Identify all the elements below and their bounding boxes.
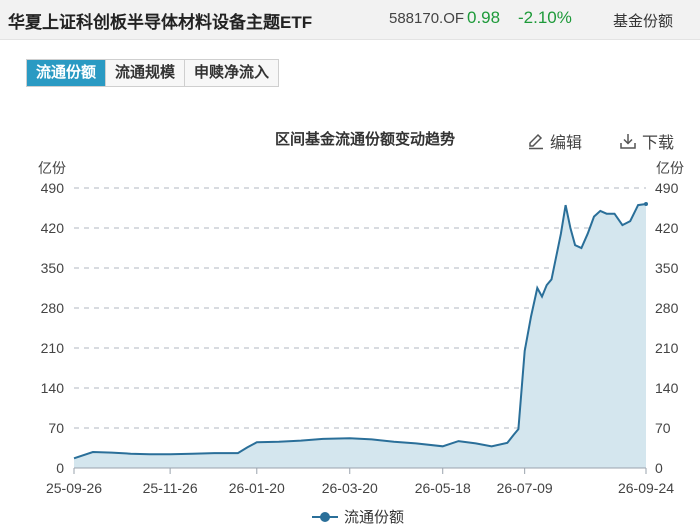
chart-container: 区间基金流通份额变动趋势 编辑 下载 亿份 亿份 0 0 70 70 140 140 210… [0,98,700,529]
data-point [72,456,76,460]
y-tick-label-right: 70 [655,420,671,436]
data-point [474,441,478,445]
y-tick-label-right: 350 [655,260,679,276]
x-tick-label: 26-01-20 [229,480,285,496]
data-point [212,451,216,455]
data-point [348,436,352,440]
fund-name: 华夏上证科创板半导体材料设备主题ETF [8,13,313,32]
data-point [489,444,493,448]
y-tick-label-left: 420 [41,220,65,236]
x-tick-label: 25-11-26 [143,480,198,496]
legend-item[interactable]: 流通份额 [312,506,404,527]
legend-label: 流通份额 [344,509,405,526]
share-chart: 0 0 70 70 140 140 210 210 280 280 350 350 420 420 490 4… [41,180,679,496]
data-point [236,451,240,455]
data-point [414,441,418,445]
data-point [321,437,325,441]
series-end-point [644,202,648,206]
fund-header: 华夏上证科创板半导体材料设备主题ETF 588170.OF 0.98 -2.10… [0,0,700,40]
y-tick-label-right: 140 [655,380,679,396]
y-tick-label-left: 490 [41,180,65,196]
y-tick-label-right: 0 [655,460,663,476]
axis-layer [73,467,647,474]
data-point [522,349,526,353]
data-point [612,212,616,216]
y-tick-label-left: 350 [41,260,65,276]
fund-price: 0.98 [467,8,501,27]
data-point [456,439,460,443]
tab-circulating-scale[interactable]: 流通规模 [106,60,186,86]
data-point [604,212,608,216]
legend-line-icon [312,511,338,522]
fund-change: -2.10% [518,8,572,27]
tab-net-inflow[interactable]: 申赎净流入 [185,60,279,86]
data-point [370,437,374,441]
y-tick-label-right: 280 [655,300,679,316]
data-point [91,450,95,454]
x-tick-label: 26-05-18 [415,480,471,496]
y-tick-label-left: 210 [41,340,65,356]
data-point [592,214,596,218]
data-point [110,450,114,454]
data-point [535,286,539,290]
data-point [299,438,303,442]
data-point [129,452,133,456]
data-point [620,223,624,227]
fund-code: 588170.OF [389,10,465,27]
data-point [554,254,558,258]
data-point [563,203,567,207]
series-area-fill [74,204,646,468]
y-tick-label-right: 420 [655,220,679,236]
tab-bar: 流通份额 流通规模 申赎净流入 [26,59,280,87]
data-point [628,219,632,223]
data-point [529,314,533,318]
y-tick-label-right: 490 [655,180,679,196]
data-point [190,452,194,456]
data-point [598,209,602,213]
data-point [573,243,577,247]
data-point [168,452,172,456]
data-point [585,232,589,236]
data-point [255,440,259,444]
data-point [277,440,281,444]
y-tick-label-left: 70 [48,420,64,436]
y-tick-label-left: 0 [56,460,64,476]
data-point [511,433,515,437]
data-point [245,445,249,449]
data-point [505,441,509,445]
data-point [147,452,151,456]
x-tick-label: 26-09-24 [618,480,674,496]
x-tick-label: 26-07-09 [497,480,553,496]
section-label: 基金份额 [613,13,674,30]
data-point [441,444,445,448]
y-tick-label-left: 140 [41,380,65,396]
data-point [568,226,572,230]
data-point [392,440,396,444]
data-point [579,246,583,250]
tab-circulating-shares[interactable]: 流通份额 [27,60,107,86]
y-tick-label-right: 210 [655,340,679,356]
data-point [545,283,549,287]
data-point [636,203,640,207]
x-tick-label: 25-09-26 [46,480,102,496]
data-point [540,294,544,298]
y-tick-label-left: 280 [41,300,65,316]
x-tick-label: 26-03-20 [322,480,378,496]
data-point [559,232,563,236]
data-point [549,277,553,281]
data-point [516,427,520,431]
